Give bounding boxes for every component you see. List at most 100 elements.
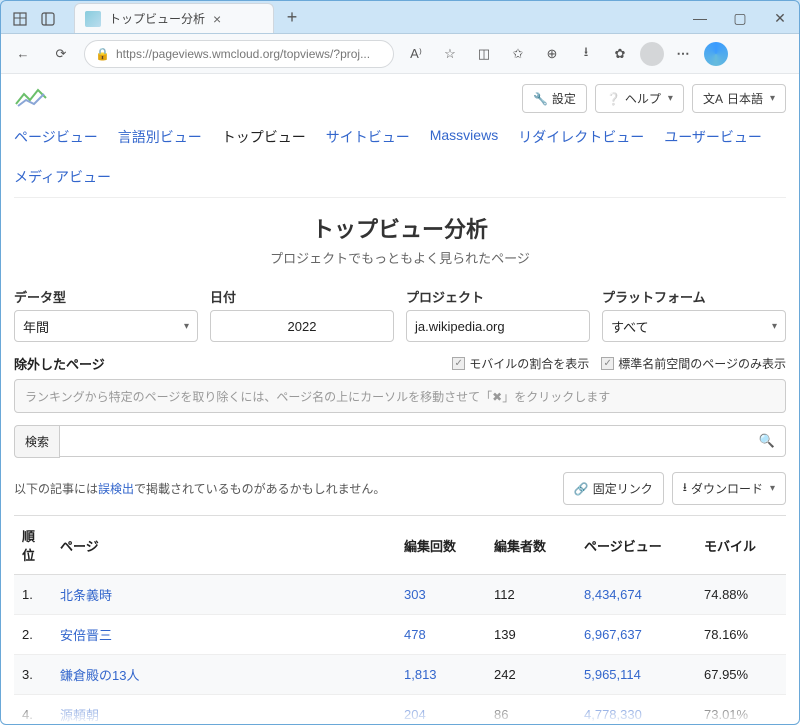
browser-titlebar: トップビュー分析 × + — ▢ ✕ xyxy=(0,0,800,34)
table-row: 1.北条義時3031128,434,67474.88% xyxy=(14,575,786,615)
window-close-button[interactable]: ✕ xyxy=(760,3,800,33)
cell-page[interactable]: 源頼朝 xyxy=(52,695,396,725)
favicon-icon xyxy=(85,11,101,27)
cell-pageviews[interactable]: 4,778,330 xyxy=(576,695,696,725)
cell-mobile: 73.01% xyxy=(696,695,786,725)
cell-mobile: 67.95% xyxy=(696,655,786,695)
exclude-pages-input[interactable]: ランキングから特定のページを取り除くには、ページ名の上にカーソルを移動させて「✖… xyxy=(14,379,786,413)
table-row: 2.安倍晋三4781396,967,63778.16% xyxy=(14,615,786,655)
workspace-icon[interactable] xyxy=(12,11,28,27)
site-logo[interactable] xyxy=(14,84,54,112)
platform-label: プラットフォーム xyxy=(602,287,786,306)
split-screen-icon[interactable]: ◫ xyxy=(470,39,498,69)
search-label-button[interactable]: 検索 xyxy=(14,425,60,458)
collections-icon[interactable]: ⊕ xyxy=(538,39,566,69)
nav-tabs: ページビュー 言語別ビュー トップビュー サイトビュー Massviews リダ… xyxy=(14,113,786,198)
nav-pageviews[interactable]: ページビュー xyxy=(14,127,98,147)
download-button[interactable]: ⭳ダウンロード xyxy=(672,472,786,505)
link-icon: 🔗 xyxy=(574,482,589,496)
refresh-button[interactable]: ⟳ xyxy=(46,39,76,69)
cell-page[interactable]: 安倍晋三 xyxy=(52,615,396,655)
permalink-button[interactable]: 🔗固定リンク xyxy=(563,472,664,505)
date-label: 日付 xyxy=(210,287,394,306)
nav-topviews[interactable]: トップビュー xyxy=(222,127,306,147)
cell-page[interactable]: 鎌倉殿の13人 xyxy=(52,655,396,695)
language-button[interactable]: 文A日本語 xyxy=(692,84,786,113)
platform-select[interactable]: すべて xyxy=(602,310,786,342)
nav-mediaviews[interactable]: メディアビュー xyxy=(14,167,111,187)
cell-pageviews[interactable]: 5,965,114 xyxy=(576,655,696,695)
help-icon: ❔ xyxy=(606,92,621,106)
cell-editors: 112 xyxy=(486,575,576,615)
downloads-icon[interactable]: ⭳ xyxy=(572,39,600,69)
th-edits[interactable]: 編集回数 xyxy=(396,516,486,575)
nav-langviews[interactable]: 言語別ビュー xyxy=(118,127,202,147)
nav-massviews[interactable]: Massviews xyxy=(430,127,498,147)
help-button[interactable]: ❔ヘルプ xyxy=(595,84,684,113)
search-input[interactable]: 🔍 xyxy=(60,425,786,457)
cell-mobile: 78.16% xyxy=(696,615,786,655)
cell-edits[interactable]: 303 xyxy=(396,575,486,615)
extensions-icon[interactable]: ✿ xyxy=(606,39,634,69)
cell-page[interactable]: 北条義時 xyxy=(52,575,396,615)
checkbox-icon: ✓ xyxy=(452,357,465,370)
cell-mobile: 74.88% xyxy=(696,575,786,615)
favorites-bar-icon[interactable]: ✩ xyxy=(504,39,532,69)
window-maximize-button[interactable]: ▢ xyxy=(720,3,760,33)
nav-redirectviews[interactable]: リダイレクトビュー xyxy=(518,127,644,147)
wrench-icon: 🔧 xyxy=(533,92,548,106)
read-aloud-icon[interactable]: A⁾ xyxy=(402,39,430,69)
th-rank[interactable]: 順位 xyxy=(14,516,52,575)
browser-tab[interactable]: トップビュー分析 × xyxy=(74,3,274,33)
menu-button[interactable]: ⋯ xyxy=(670,39,698,69)
project-input[interactable]: ja.wikipedia.org xyxy=(406,310,590,342)
window-minimize-button[interactable]: — xyxy=(680,3,720,33)
results-table: 順位 ページ 編集回数 編集者数 ページビュー モバイル 1.北条義時30311… xyxy=(14,515,786,725)
back-button[interactable]: ← xyxy=(8,39,38,69)
browser-addressbar: ← ⟳ 🔒 https://pageviews.wmcloud.org/topv… xyxy=(0,34,800,74)
cell-editors: 86 xyxy=(486,695,576,725)
exclude-label: 除外したページ xyxy=(14,354,105,373)
cell-rank: 1. xyxy=(14,575,52,615)
cell-rank: 3. xyxy=(14,655,52,695)
cell-editors: 139 xyxy=(486,615,576,655)
cell-edits[interactable]: 204 xyxy=(396,695,486,725)
page-title: トップビュー分析 xyxy=(14,212,786,244)
th-editors[interactable]: 編集者数 xyxy=(486,516,576,575)
cell-editors: 242 xyxy=(486,655,576,695)
table-row: 3.鎌倉殿の13人1,8132425,965,11467.95% xyxy=(14,655,786,695)
profile-avatar[interactable] xyxy=(640,42,664,66)
page-subtitle: プロジェクトでもっともよく見られたページ xyxy=(14,248,786,267)
page-content: 🔧設定 ❔ヘルプ 文A日本語 ページビュー 言語別ビュー トップビュー サイトビ… xyxy=(0,74,800,725)
th-pageviews[interactable]: ページビュー xyxy=(576,516,696,575)
data-type-label: データ型 xyxy=(14,287,198,306)
show-mobile-checkbox[interactable]: ✓モバイルの割合を表示 xyxy=(452,355,589,372)
nav-userviews[interactable]: ユーザービュー xyxy=(664,127,762,147)
settings-button[interactable]: 🔧設定 xyxy=(522,84,587,113)
mainspace-only-checkbox[interactable]: ✓標準名前空間のページのみ表示 xyxy=(601,355,786,372)
cell-rank: 4. xyxy=(14,695,52,725)
download-icon: ⭳ xyxy=(683,478,687,499)
cell-rank: 2. xyxy=(14,615,52,655)
translate-icon: 文A xyxy=(703,90,723,107)
search-icon: 🔍 xyxy=(759,433,775,449)
data-type-select[interactable]: 年間 xyxy=(14,310,198,342)
project-label: プロジェクト xyxy=(406,287,590,306)
nav-siteviews[interactable]: サイトビュー xyxy=(326,127,410,147)
new-tab-button[interactable]: + xyxy=(278,3,306,31)
false-positive-notice: 以下の記事には誤検出で掲載されているものがあるかもしれません。 xyxy=(14,480,385,497)
th-page[interactable]: ページ xyxy=(52,516,396,575)
copilot-icon[interactable] xyxy=(704,42,728,66)
sidebar-icon[interactable] xyxy=(40,11,56,27)
th-mobile[interactable]: モバイル xyxy=(696,516,786,575)
tab-close-icon[interactable]: × xyxy=(213,11,221,27)
cell-edits[interactable]: 478 xyxy=(396,615,486,655)
cell-pageviews[interactable]: 8,434,674 xyxy=(576,575,696,615)
date-input[interactable]: 2022 xyxy=(210,310,394,342)
favorite-icon[interactable]: ☆ xyxy=(436,39,464,69)
url-text: https://pageviews.wmcloud.org/topviews/?… xyxy=(116,47,370,61)
cell-pageviews[interactable]: 6,967,637 xyxy=(576,615,696,655)
false-positive-link[interactable]: 誤検出 xyxy=(98,482,134,496)
url-input[interactable]: 🔒 https://pageviews.wmcloud.org/topviews… xyxy=(84,40,394,68)
cell-edits[interactable]: 1,813 xyxy=(396,655,486,695)
